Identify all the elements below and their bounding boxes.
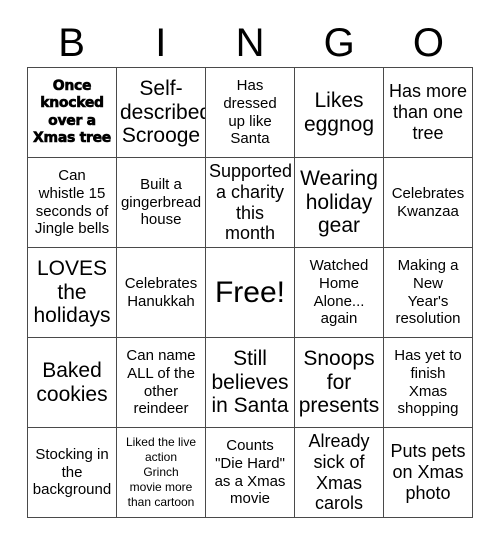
bingo-row: LOVES the holidays Celebrates Hanukkah F…: [28, 248, 473, 338]
bingo-cell[interactable]: Likes eggnog: [295, 68, 384, 158]
bingo-cell[interactable]: Stocking in the background: [28, 428, 117, 518]
bingo-cell[interactable]: Puts pets on Xmas photo: [384, 428, 473, 518]
bingo-cell[interactable]: Watched Home Alone... again: [295, 248, 384, 338]
bingo-cell[interactable]: Celebrates Kwanzaa: [384, 158, 473, 248]
bingo-cell-text: Liked the live action Grinch movie more …: [125, 435, 197, 509]
header-letter-n: N: [235, 21, 265, 65]
bingo-cell-text: Baked cookies: [36, 358, 108, 406]
bingo-cell[interactable]: Wearing holiday gear: [295, 158, 384, 248]
bingo-cell[interactable]: Liked the live action Grinch movie more …: [117, 428, 206, 518]
bingo-cell[interactable]: Counts "Die Hard" as a Xmas movie: [206, 428, 295, 518]
bingo-cell[interactable]: Baked cookies: [28, 338, 117, 428]
bingo-cell-free[interactable]: Free!: [206, 248, 295, 338]
bingo-cell[interactable]: Self- described Scrooge: [117, 68, 206, 158]
bingo-cell[interactable]: Already sick of Xmas carols: [295, 428, 384, 518]
bingo-grid: Once knocked over a Xmas tree Self- desc…: [27, 67, 473, 518]
bingo-cell[interactable]: Can whistle 15 seconds of Jingle bells: [28, 158, 117, 248]
bingo-cell[interactable]: Still believes in Santa: [206, 338, 295, 428]
bingo-cell-text: Watched Home Alone... again: [309, 257, 369, 328]
bingo-cell-text: Can whistle 15 seconds of Jingle bells: [34, 167, 110, 238]
bingo-cell-text: Wearing holiday gear: [300, 166, 378, 238]
bingo-cell-text: Already sick of Xmas carols: [308, 431, 370, 514]
bingo-cell-text: Snoops for presents: [298, 346, 380, 418]
bingo-cell-text: Puts pets on Xmas photo: [390, 441, 466, 503]
bingo-cell[interactable]: Built a gingerbread house: [117, 158, 206, 248]
bingo-header: B I N G O: [27, 20, 473, 66]
header-letter-b: B: [58, 21, 85, 65]
bingo-cell-text: Self- described Scrooge: [120, 76, 206, 148]
bingo-cell-text: Supported a charity this month: [209, 161, 293, 244]
bingo-cell-text: Has more than one tree: [388, 81, 468, 143]
bingo-cell-text: LOVES the holidays: [33, 256, 111, 328]
bingo-cell-text: Can name ALL of the other reindeer: [126, 347, 196, 418]
bingo-cell[interactable]: Has yet to finish Xmas shopping: [384, 338, 473, 428]
bingo-cell-text: Celebrates Kwanzaa: [391, 184, 465, 220]
bingo-cell-text: Likes eggnog: [303, 88, 375, 136]
bingo-cell[interactable]: Making a New Year's resolution: [384, 248, 473, 338]
bingo-cell-text: Stocking in the background: [32, 445, 112, 499]
bingo-cell-text: Making a New Year's resolution: [395, 257, 461, 328]
bingo-cell-text: Free!: [214, 276, 286, 309]
bingo-cell[interactable]: Can name ALL of the other reindeer: [117, 338, 206, 428]
bingo-row: Stocking in the background Liked the liv…: [28, 428, 473, 518]
bingo-cell[interactable]: Snoops for presents: [295, 338, 384, 428]
bingo-row: Can whistle 15 seconds of Jingle bells B…: [28, 158, 473, 248]
header-letter-g: G: [323, 21, 355, 65]
bingo-cell-text: Has yet to finish Xmas shopping: [394, 347, 462, 418]
bingo-cell[interactable]: Celebrates Hanukkah: [117, 248, 206, 338]
bingo-cell-text: Celebrates Hanukkah: [124, 274, 198, 310]
bingo-row: Baked cookies Can name ALL of the other …: [28, 338, 473, 428]
header-letter-i: I: [155, 21, 167, 65]
bingo-cell-text: Still believes in Santa: [211, 346, 289, 418]
bingo-cell[interactable]: LOVES the holidays: [28, 248, 117, 338]
bingo-cell[interactable]: Supported a charity this month: [206, 158, 295, 248]
bingo-card: B I N G O Once knocked over a Xmas tree …: [0, 0, 500, 544]
bingo-cell[interactable]: Once knocked over a Xmas tree: [28, 68, 117, 158]
bingo-cell-text: Has dressed up like Santa: [223, 77, 277, 148]
bingo-cell-text: Built a gingerbread house: [120, 175, 202, 229]
header-letter-o: O: [412, 21, 444, 65]
bingo-cell-text: Once knocked over a Xmas tree: [33, 77, 112, 146]
bingo-cell[interactable]: Has dressed up like Santa: [206, 68, 295, 158]
bingo-cell[interactable]: Has more than one tree: [384, 68, 473, 158]
bingo-cell-text: Counts "Die Hard" as a Xmas movie: [214, 437, 286, 508]
bingo-row: Once knocked over a Xmas tree Self- desc…: [28, 68, 473, 158]
